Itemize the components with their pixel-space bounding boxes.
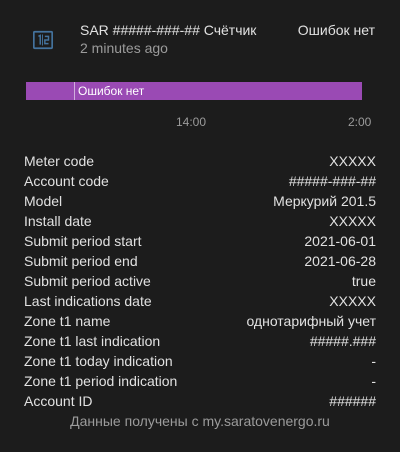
attribute-key: Model bbox=[24, 193, 63, 209]
attribute-key: Zone t1 period indication bbox=[24, 373, 178, 389]
attribute-value: Меркурий 201.5 bbox=[273, 193, 376, 209]
history-timeline-bar[interactable]: Ошибок нет bbox=[26, 82, 362, 100]
attribute-row: Zone t1 name однотарифный учет bbox=[24, 311, 376, 331]
attribute-key: Zone t1 today indication bbox=[24, 353, 173, 369]
attribute-value: #####-###-## bbox=[288, 173, 376, 189]
attribute-key: Zone t1 name bbox=[24, 313, 111, 329]
attribute-row: Zone t1 today indication - bbox=[24, 351, 376, 371]
attribute-value: XXXXX bbox=[329, 153, 376, 169]
axis-tick-label: 2:00 bbox=[348, 115, 372, 129]
attribute-value: #####.### bbox=[309, 333, 376, 349]
attribute-row: Last indications date XXXXX bbox=[24, 291, 376, 311]
attribute-value: - bbox=[371, 373, 376, 389]
attribute-row: Meter code XXXXX bbox=[24, 151, 376, 171]
attribute-value: ###### bbox=[329, 393, 376, 409]
attribute-row: Model Меркурий 201.5 bbox=[24, 191, 376, 211]
attribute-key: Submit period active bbox=[24, 273, 151, 289]
attributes-list: Meter code XXXXX Account code #####-###-… bbox=[24, 151, 376, 411]
attribute-row: Account ID ###### bbox=[24, 391, 376, 411]
attribute-value: 2021-06-01 bbox=[304, 233, 376, 249]
attribute-key: Submit period end bbox=[24, 253, 138, 269]
attribute-value: true bbox=[351, 273, 376, 289]
last-changed: 2 minutes ago bbox=[80, 40, 168, 56]
attribute-value: XXXXX bbox=[329, 213, 376, 229]
attribute-value: однотарифный учет bbox=[246, 313, 376, 329]
attribute-row: Account code #####-###-## bbox=[24, 171, 376, 191]
timeline-axis: 14:00 2:00 bbox=[26, 113, 376, 131]
timeline-segment-divider bbox=[74, 82, 75, 100]
entity-state: Ошибок нет bbox=[297, 22, 375, 38]
more-info-dialog: SAR #####-###-## Счётчик 2 minutes ago О… bbox=[0, 0, 400, 452]
attribute-value: XXXXX bbox=[329, 293, 376, 309]
attribute-row: Zone t1 last indication #####.### bbox=[24, 331, 376, 351]
attribute-row: Submit period start 2021-06-01 bbox=[24, 231, 376, 251]
attribute-key: Last indications date bbox=[24, 293, 152, 309]
entity-name: SAR #####-###-## Счётчик bbox=[80, 22, 257, 38]
attribution-text: Данные получены с my.saratovenergo.ru bbox=[70, 413, 330, 429]
attribute-key: Account ID bbox=[24, 393, 93, 409]
attribute-key: Submit period start bbox=[24, 233, 142, 249]
attribute-key: Account code bbox=[24, 173, 109, 189]
entity-header[interactable]: SAR #####-###-## Счётчик 2 minutes ago О… bbox=[0, 0, 400, 70]
axis-tick-label: 14:00 bbox=[176, 115, 207, 129]
attribute-value: - bbox=[371, 353, 376, 369]
attribute-row: Submit period end 2021-06-28 bbox=[24, 251, 376, 271]
attribute-key: Zone t1 last indication bbox=[24, 333, 161, 349]
timeline-bar-label: Ошибок нет bbox=[78, 84, 145, 98]
attribute-key: Meter code bbox=[24, 153, 95, 169]
attribute-row: Zone t1 period indication - bbox=[24, 371, 376, 391]
attribute-row: Submit period active true bbox=[24, 271, 376, 291]
counter-icon bbox=[32, 29, 54, 51]
attribute-key: Install date bbox=[24, 213, 92, 229]
attribute-row: Install date XXXXX bbox=[24, 211, 376, 231]
attribute-value: 2021-06-28 bbox=[304, 253, 376, 269]
